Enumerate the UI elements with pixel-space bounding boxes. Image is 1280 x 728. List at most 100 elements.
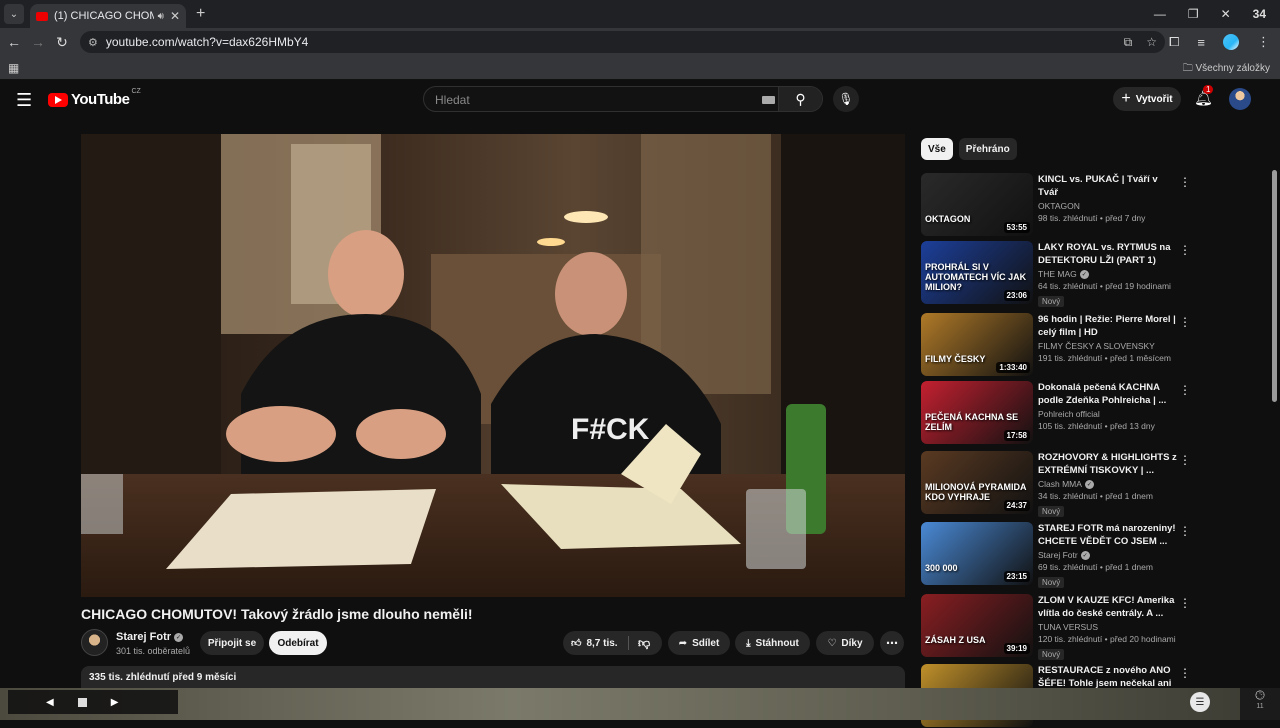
share-button[interactable]: ➦ Sdílet [668,631,730,655]
rec-title[interactable]: KINCL vs. PUKAČ | Tváří v Tvář [1038,173,1178,199]
recommendation-item[interactable]: PROHRÁL SI V AUTOMATECH VÍC JAK MILION? 2… [921,241,1266,307]
bookmark-star-icon[interactable]: ☆ [1146,35,1157,50]
video-player[interactable]: F#CK [81,134,905,597]
channel-name-row[interactable]: Starej Fotr ✓ [116,631,184,643]
thanks-button[interactable]: ♡ Díky [816,631,874,655]
rec-more-icon[interactable]: ⋮ [1179,524,1191,538]
voice-search-icon[interactable]: 🎙︎ [833,86,859,112]
like-icon[interactable]: 👍︎ [571,637,581,649]
back-icon[interactable]: ← [2,34,26,50]
rec-thumbnail[interactable]: PEČENÁ KACHNA SE ZELÍM 17:58 [921,381,1033,444]
rec-title[interactable]: ZLOM V KAUZE KFC! Amerika vlítla do česk… [1038,594,1178,620]
rec-channel[interactable]: Pohlreich official [1038,409,1100,419]
taskbar-menu-icon[interactable]: ☰ [1190,692,1210,712]
like-count[interactable]: 8,7 tis. [586,638,617,649]
join-button[interactable]: Připojit se [200,631,264,655]
rec-title[interactable]: RESTAURACE z nového ANO ŠÉFE! Tohle jsem… [1038,664,1178,690]
forward-icon[interactable]: → [26,34,50,50]
scrollbar-thumb[interactable] [1272,170,1277,402]
rec-title[interactable]: 96 hodin | Režie: Pierre Morel | celý fi… [1038,313,1178,339]
restore-icon[interactable]: ❐ [1188,7,1199,21]
rec-duration: 39:19 [1003,643,1030,654]
rec-duration: 17:58 [1003,430,1030,441]
rec-channel[interactable]: Clash MMA [1038,479,1082,489]
rec-thumbnail[interactable]: FILMY ČESKY 1:33:40 [921,313,1033,376]
stop-icon[interactable] [77,697,87,707]
next-icon[interactable]: ▶ [111,697,119,708]
reading-list-icon[interactable]: ≡ [1197,35,1205,50]
rec-channel[interactable]: Starej Fotr [1038,550,1078,560]
rec-more-icon[interactable]: ⋮ [1179,596,1191,610]
dislike-icon[interactable]: 👎︎ [638,636,650,651]
more-actions-icon[interactable]: ⋯ [880,631,904,655]
site-info-icon[interactable]: ⚙ [88,36,98,49]
rec-meta: 96 hodin | Režie: Pierre Morel | celý fi… [1038,313,1178,363]
recommendation-item[interactable]: PEČENÁ KACHNA SE ZELÍM 17:58 Dokonalá peče… [921,381,1266,445]
rec-meta: LAKY ROYAL vs. RYTMUS na DETEKTORU LŽI (… [1038,241,1178,309]
rec-thumbnail[interactable]: PROHRÁL SI V AUTOMATECH VÍC JAK MILION? 2… [921,241,1033,304]
window-close-icon[interactable]: ✕ [1221,7,1231,21]
speaker-icon[interactable]: 🔊︎ [158,11,164,22]
recommendation-item[interactable]: 300 000 23:15 STAREJ FOTR má narozeniny! C… [921,522,1266,588]
prev-icon[interactable]: ◀ [46,697,54,708]
profile-avatar-icon[interactable] [1223,34,1239,50]
rec-channel[interactable]: FILMY ČESKY A SLOVENSKY [1038,341,1155,351]
download-button[interactable]: ⤓ Stáhnout [735,631,810,655]
rec-more-icon[interactable]: ⋮ [1179,315,1191,329]
rec-channel[interactable]: OKTAGON [1038,201,1080,211]
channel-avatar[interactable] [81,629,108,656]
rec-thumbnail[interactable]: 300 000 23:15 [921,522,1033,585]
tab-search-icon[interactable]: ⌄ [4,4,24,24]
url-text[interactable]: youtube.com/watch?v=dax626HMbY4 [106,35,308,49]
rec-more-icon[interactable]: ⋮ [1179,666,1191,680]
rec-thumbnail[interactable]: ZÁSAH Z USA 39:19 [921,594,1033,657]
rec-stats: 191 tis. zhlédnutí • před 1 měsícem [1038,353,1171,363]
recommendation-item[interactable]: OKTAGON 53:55 KINCL vs. PUKAČ | Tváří v Tv… [921,173,1266,237]
rec-channel[interactable]: TUNA VERSUS [1038,622,1098,632]
rec-title[interactable]: LAKY ROYAL vs. RYTMUS na DETEKTORU LŽI (… [1038,241,1178,267]
filter-chips: Vše Přehráno [921,138,1017,160]
youtube-logo[interactable]: YouTube CZ [48,88,141,108]
account-avatar[interactable] [1229,88,1251,110]
browser-tab[interactable]: (1) CHICAGO CHOMUTOV 🔊︎ ✕ [30,4,186,28]
rec-duration: 1:33:40 [996,362,1030,373]
recommendation-item[interactable]: ZÁSAH Z USA 39:19 ZLOM V KAUZE KFC! Amerik… [921,594,1266,660]
recommendation-item[interactable]: FILMY ČESKY 1:33:40 96 hodin | Režie: Pier… [921,313,1266,377]
rec-channel[interactable]: THE MAG [1038,269,1077,279]
cast-icon[interactable]: ⧉ [1124,35,1133,50]
rec-title[interactable]: Dokonalá pečená KACHNA podle Zdeňka Pohl… [1038,381,1178,407]
subscribe-button[interactable]: Odebírat [269,631,327,655]
keyboard-icon[interactable] [762,96,775,104]
rec-thumbnail[interactable]: OKTAGON 53:55 [921,173,1033,236]
all-bookmarks[interactable]: 🗀 Všechny záložky [1183,61,1270,78]
chip-watched[interactable]: Přehráno [958,138,1017,160]
menu-icon[interactable]: ☰ [16,90,32,111]
create-button[interactable]: + Vytvořit [1113,87,1181,111]
channel-name[interactable]: Starej Fotr [116,631,171,643]
search-input[interactable]: Hledat [435,93,470,107]
search-box[interactable]: Hledat ⚲ [423,86,823,112]
new-tab-icon[interactable]: + [196,5,205,23]
notifications-bell-icon[interactable]: 🔔︎ 1 [1194,85,1214,107]
rec-more-icon[interactable]: ⋮ [1179,453,1191,467]
reload-icon[interactable]: ↻ [50,34,74,51]
rec-thumbnail[interactable]: MILIONOVÁ PYRAMIDA KDO VYHRAJE 24:37 [921,451,1033,514]
clock-day: 11 [1256,703,1264,710]
rec-title[interactable]: ROZHOVORY & HIGHLIGHTS z EXTRÉMNÍ TISKOV… [1038,451,1178,477]
address-bar[interactable]: ⚙ youtube.com/watch?v=dax626HMbY4 ⧉ ☆ [80,31,1165,53]
recommendation-item[interactable]: MILIONOVÁ PYRAMIDA KDO VYHRAJE 24:37 ROZHO… [921,451,1266,517]
search-button[interactable]: ⚲ [778,87,822,111]
minimize-icon[interactable]: — [1154,7,1166,21]
apps-grid-icon[interactable]: ▦ [8,61,19,75]
rec-title[interactable]: STAREJ FOTR má narozeniny! CHCETE VĚDĚT … [1038,522,1178,548]
browser-menu-icon[interactable]: ⋮ [1257,34,1270,50]
taskbar-clock[interactable]: 🕒︎ 11 [1240,688,1280,720]
chip-all[interactable]: Vše [921,138,953,160]
yt-header: ☰ YouTube CZ Hledat ⚲ 🎙︎ + Vytvořit 🔔︎ 1 [0,80,1270,118]
close-tab-icon[interactable]: ✕ [170,9,180,23]
youtube-favicon-icon [36,11,48,21]
rec-more-icon[interactable]: ⋮ [1179,243,1191,257]
rec-more-icon[interactable]: ⋮ [1179,383,1191,397]
extensions-icon[interactable]: ⧠ [1169,34,1179,50]
rec-more-icon[interactable]: ⋮ [1179,175,1191,189]
